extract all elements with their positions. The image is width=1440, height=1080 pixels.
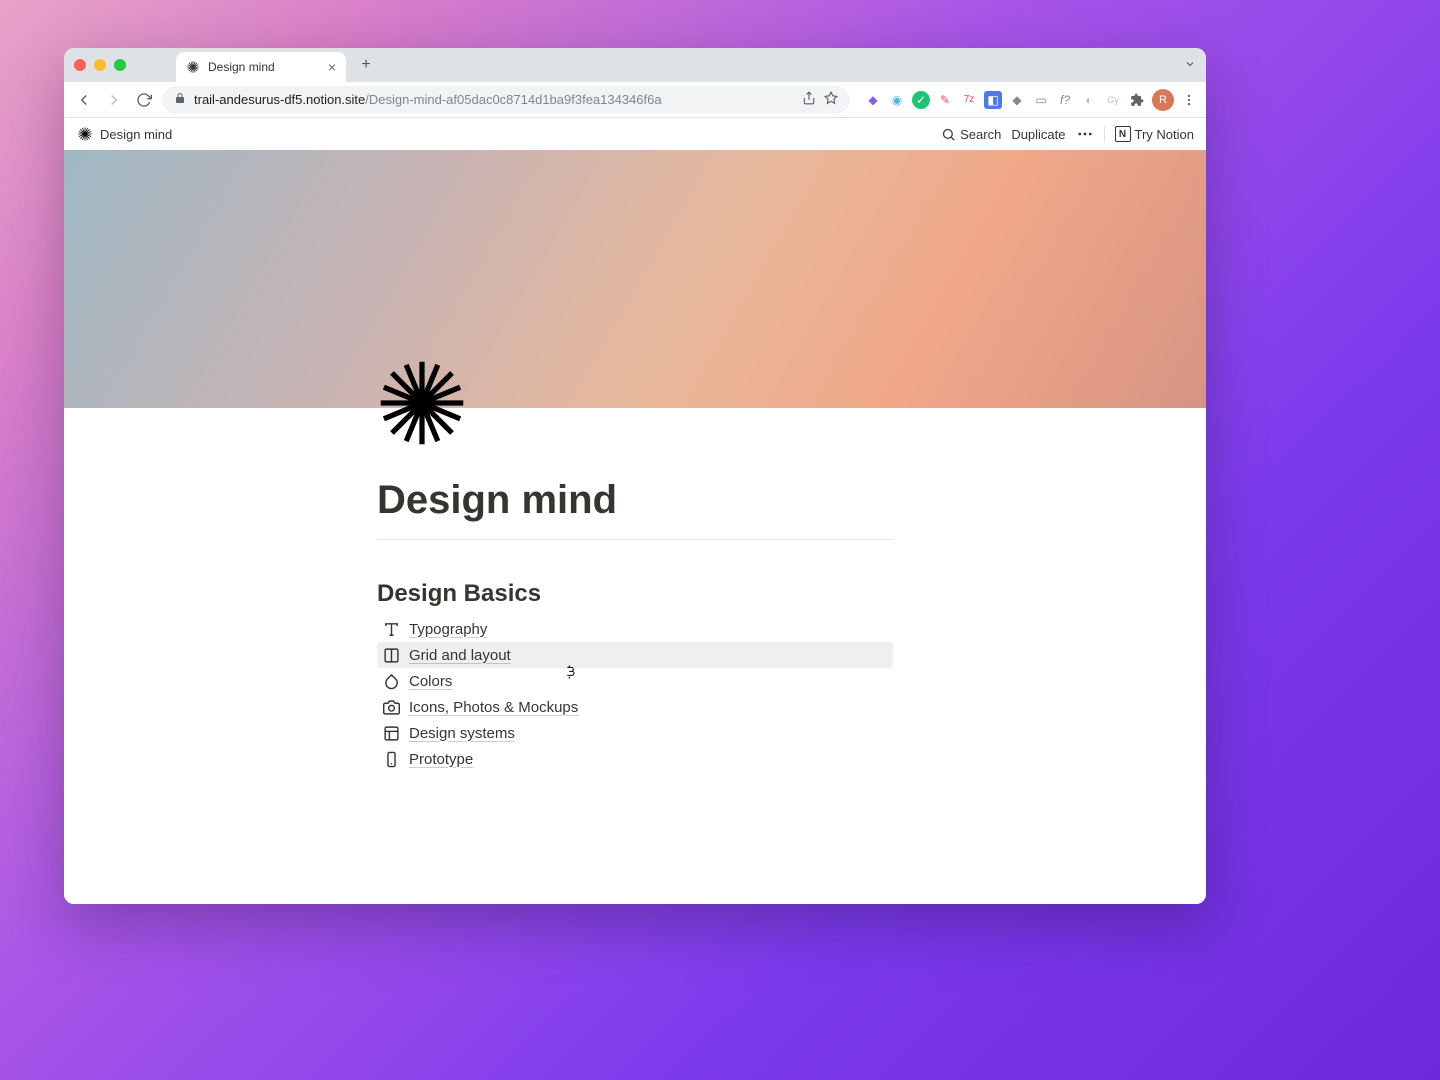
extension-icon[interactable]: ◧ [984,91,1002,109]
page-content[interactable]: Design mind Design Basics TypographyGrid… [64,150,1206,904]
extension-icon[interactable]: ◆ [864,91,882,109]
notion-topbar: Design mind Search Duplicate N Try Notio… [64,118,1206,150]
lock-icon [174,92,186,107]
more-button[interactable] [1076,125,1094,143]
chrome-menu-button[interactable] [1180,91,1198,109]
page-link[interactable]: Typography [377,616,893,642]
extension-icon[interactable]: ◉ [888,91,906,109]
cursor-icon [564,664,580,680]
page-link[interactable]: Prototype [377,746,893,772]
share-icon[interactable] [802,91,816,108]
forward-button[interactable] [102,88,126,112]
layout-icon [381,723,401,743]
page-icon-small [76,125,94,143]
try-notion-button[interactable]: N Try Notion [1115,126,1194,142]
separator [1104,126,1105,142]
browser-window: Design mind × + trail-andesurus-df5.noti… [64,48,1206,904]
extension-icon[interactable]: f? [1056,91,1074,109]
window-controls [74,59,126,71]
notion-actions: Search Duplicate N Try Notion [941,125,1194,143]
text-t-icon [381,619,401,639]
page-link-label: Design systems [409,725,515,742]
extension-icon[interactable]: ✓ [912,91,930,109]
extension-icon[interactable]: ◆ [1008,91,1026,109]
url-text: trail-andesurus-df5.notion.site/Design-m… [194,92,794,107]
address-bar: trail-andesurus-df5.notion.site/Design-m… [64,82,1206,118]
extension-icon[interactable]: 7z [960,91,978,109]
breadcrumb[interactable]: Design mind [76,125,172,143]
duplicate-button[interactable]: Duplicate [1011,127,1065,142]
tab-title: Design mind [208,60,320,74]
cover-image[interactable] [64,150,1206,408]
page-link-label: Icons, Photos & Mockups [409,699,578,716]
minimize-window-button[interactable] [94,59,106,71]
section-heading[interactable]: Design Basics [377,580,893,608]
page-link-label: Prototype [409,751,473,768]
close-window-button[interactable] [74,59,86,71]
extension-icon[interactable]: Gy [1104,91,1122,109]
profile-avatar[interactable]: R [1152,89,1174,111]
page-icon[interactable] [377,358,467,448]
columns-icon [381,645,401,665]
page-link[interactable]: Grid and layout [377,642,893,668]
extensions-menu-icon[interactable] [1128,91,1146,109]
page-body: Design mind Design Basics TypographyGrid… [281,408,989,772]
url-input[interactable]: trail-andesurus-df5.notion.site/Design-m… [162,86,850,114]
search-label: Search [960,127,1001,142]
search-button[interactable]: Search [941,127,1001,142]
browser-tab[interactable]: Design mind × [176,52,346,82]
breadcrumb-title: Design mind [100,127,172,142]
droplet-icon [381,671,401,691]
page-link-label: Grid and layout [409,647,511,664]
extension-icon[interactable]: ✎ [936,91,954,109]
page-list: Typography Grid and layout Colors Icons, Ph… [377,616,893,772]
back-button[interactable] [72,88,96,112]
page-link-label: Colors [409,673,452,690]
new-tab-button[interactable]: + [352,51,380,79]
page-link[interactable]: Icons, Photos & Mockups [377,694,893,720]
try-notion-label: Try Notion [1135,127,1194,142]
close-tab-button[interactable]: × [328,59,336,75]
page-link[interactable]: Design systems [377,720,893,746]
notion-logo-icon: N [1115,126,1131,142]
tab-favicon-icon [186,60,200,74]
page-link-label: Typography [409,621,487,638]
reload-button[interactable] [132,88,156,112]
camera-icon [381,697,401,717]
page-link[interactable]: Colors [377,668,893,694]
extension-icons: ◆ ◉ ✓ ✎ 7z ◧ ◆ ▭ f? ◐ Gy R [864,89,1198,111]
extension-icon[interactable]: ◐ [1080,91,1098,109]
divider [377,539,893,540]
maximize-window-button[interactable] [114,59,126,71]
tab-bar: Design mind × + [64,48,1206,82]
extension-icon[interactable]: ▭ [1032,91,1050,109]
phone-icon [381,749,401,769]
duplicate-label: Duplicate [1011,127,1065,142]
tabs-dropdown-button[interactable] [1184,57,1196,73]
bookmark-icon[interactable] [824,91,838,108]
